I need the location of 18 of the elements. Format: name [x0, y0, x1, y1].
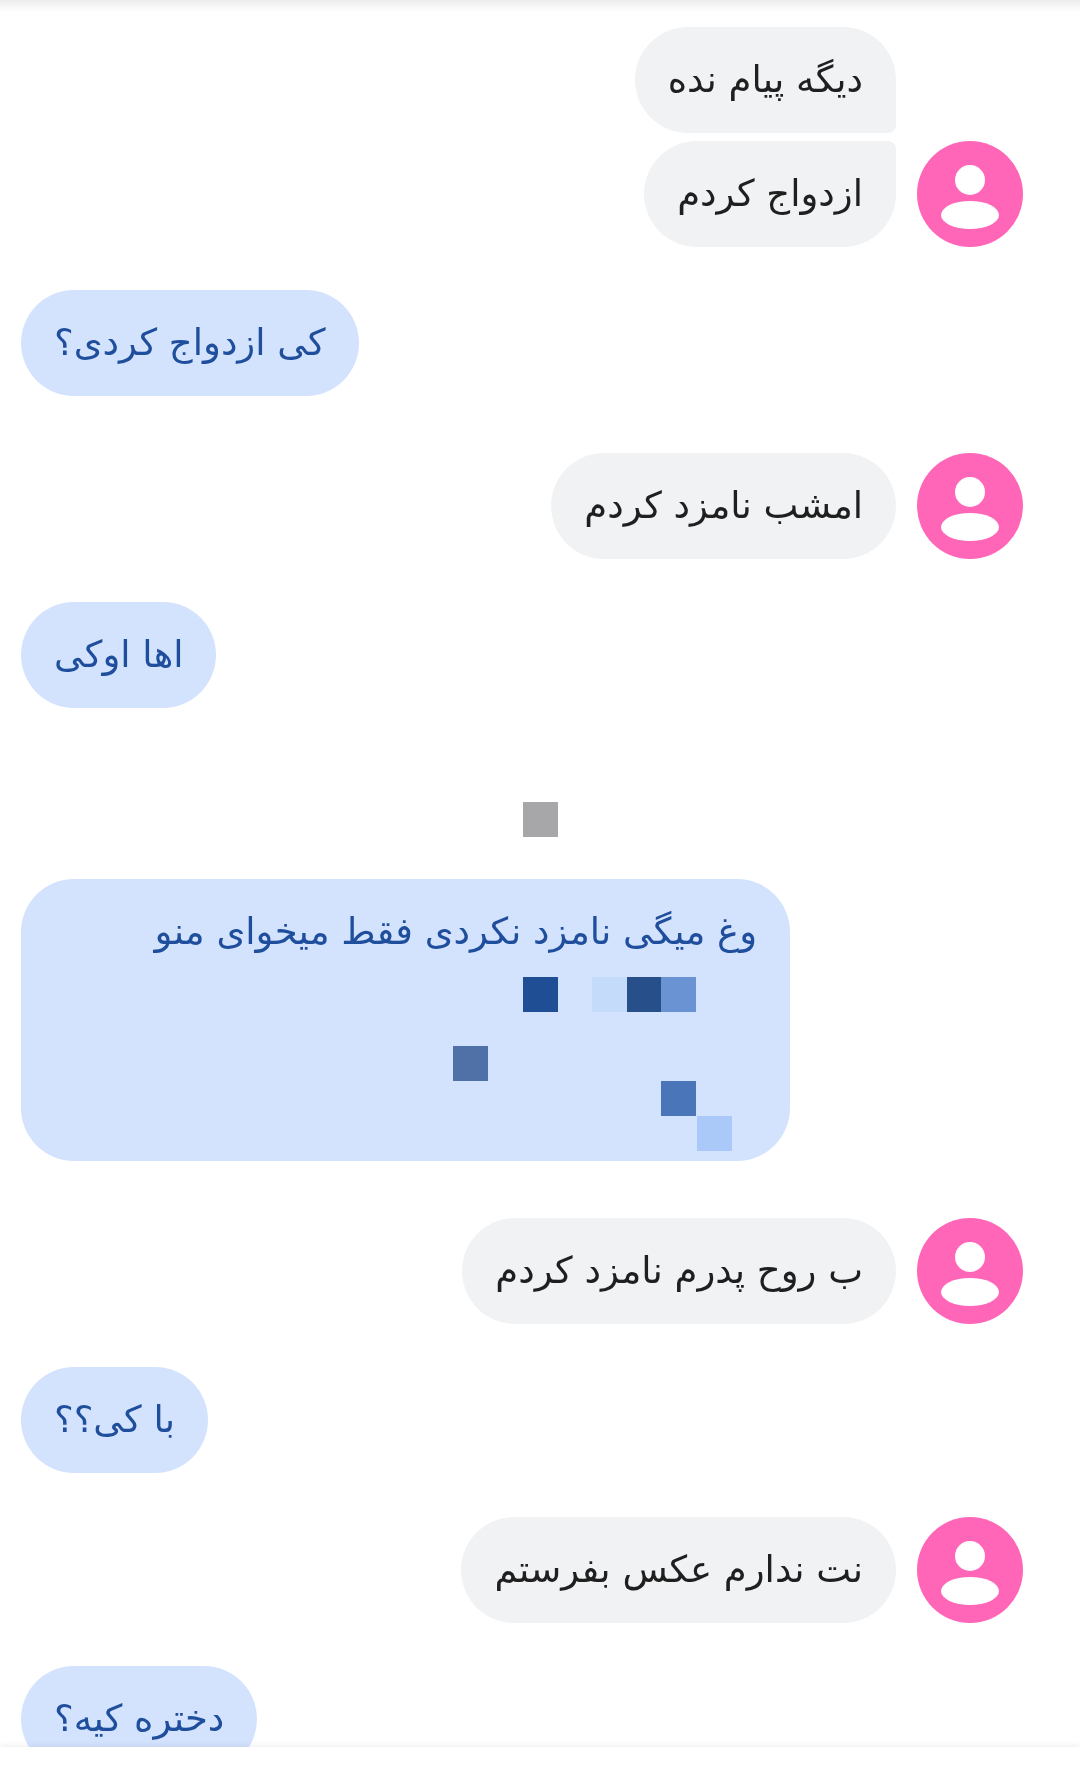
- censor-pixel-icon: [697, 1116, 732, 1151]
- message-text: وغ میگی نامزد نکردی فقط میخوای منو: [154, 909, 757, 955]
- message-bubble: امشب نامزد کردم: [551, 453, 896, 559]
- censor-pixel-icon: [627, 977, 662, 1012]
- message-bubble: ازدواج کردم: [644, 141, 896, 247]
- message-bubble: دیگه پیام نده: [634, 27, 896, 133]
- censor-pixel-icon: [523, 977, 558, 1012]
- censor-pixel-icon: [453, 1046, 488, 1081]
- message-bubble: دختره کیه؟: [21, 1666, 258, 1747]
- censor-pixel-icon: [661, 977, 696, 1012]
- censor-pixel-icon: [592, 977, 627, 1012]
- message-bubble: نت ندارم عکس بفرستم: [461, 1517, 896, 1623]
- message-bubble: کی ازدواج کردی؟: [21, 290, 359, 396]
- message-bubble: با کی؟؟: [21, 1367, 209, 1473]
- message-bubble: ب روح پدرم نامزد کردم: [462, 1218, 896, 1324]
- censor-pixel-icon: [661, 1081, 696, 1116]
- censor-pixel-icon: [522, 802, 558, 837]
- message-bubble: اها اوکی: [21, 602, 217, 708]
